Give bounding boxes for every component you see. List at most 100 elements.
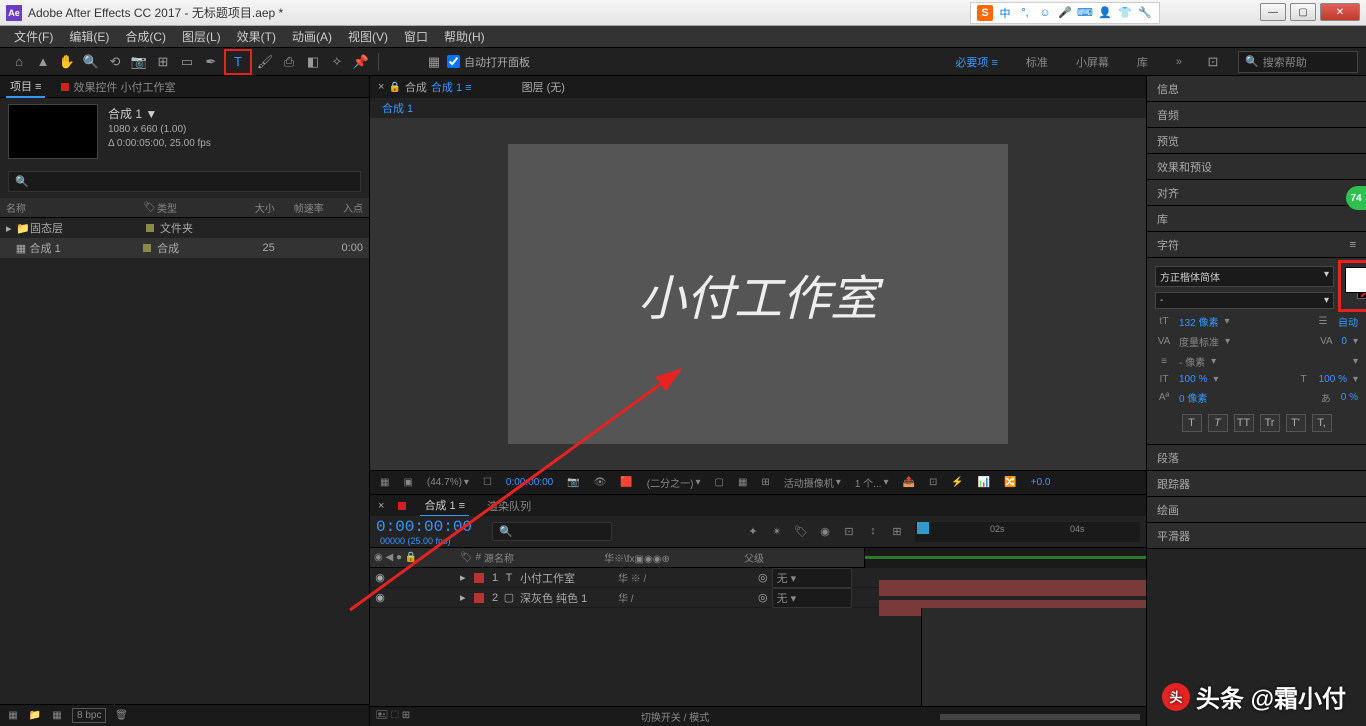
smallcaps-button[interactable]: Tr — [1260, 414, 1280, 432]
menu-animation[interactable]: 动画(A) — [284, 26, 340, 47]
clone-tool-icon[interactable]: ⎙ — [278, 51, 300, 73]
pan-behind-tool-icon[interactable]: ⊞ — [152, 51, 174, 73]
ime-keyboard-icon[interactable]: ⌨ — [1077, 5, 1093, 21]
puppet-tool-icon[interactable]: 📌 — [350, 51, 372, 73]
hand-tool-icon[interactable]: ✋ — [56, 51, 78, 73]
views-dropdown[interactable]: 1 个... ▾ — [851, 475, 893, 490]
show-snap-icon[interactable]: 👁 — [590, 477, 611, 488]
channel-icon[interactable]: 🟥 — [616, 477, 636, 488]
superscript-button[interactable]: T' — [1286, 414, 1306, 432]
ime-user-icon[interactable]: 👤 — [1097, 5, 1113, 21]
effect-controls-tab[interactable]: 效果控件 小付工作室 — [57, 77, 179, 97]
timeline-tab-comp1[interactable]: 合成 1 ≡ — [420, 495, 469, 517]
subscript-button[interactable]: T, — [1312, 414, 1332, 432]
panel-info[interactable]: 信息 — [1147, 76, 1366, 102]
alpha-icon[interactable]: ▦ — [376, 477, 393, 488]
resolution-dropdown[interactable]: (二分之一) ▾ — [643, 475, 705, 490]
menu-composition[interactable]: 合成(C) — [117, 26, 174, 47]
menu-view[interactable]: 视图(V) — [340, 26, 396, 47]
menu-file[interactable]: 文件(F) — [6, 26, 61, 47]
panel-preview[interactable]: 预览 — [1147, 128, 1366, 154]
tl-icon[interactable]: ✴ — [769, 525, 785, 538]
ime-smile-icon[interactable]: ☺ — [1037, 5, 1053, 21]
hscale-input[interactable]: 100 % — [1319, 374, 1347, 385]
share-icon[interactable]: 📤 — [899, 477, 919, 488]
prev-icon[interactable]: × — [378, 81, 384, 93]
tl-foot-icon[interactable]: 🖭 ⬚ ⊞ — [376, 708, 410, 725]
comp-breadcrumb[interactable]: 合成 1 — [370, 98, 1146, 118]
tl-icon[interactable]: 🏷 — [793, 525, 809, 538]
tracking-input[interactable]: 0 — [1341, 336, 1347, 347]
ime-skin-icon[interactable]: 👕 — [1117, 5, 1133, 21]
panel-tracker[interactable]: 跟踪器 — [1147, 471, 1366, 497]
playhead-icon[interactable] — [917, 522, 929, 534]
ime-lang-icon[interactable]: 中 — [997, 5, 1013, 21]
new-folder-icon[interactable]: 📁 — [28, 709, 42, 723]
label-color-icon[interactable] — [474, 593, 484, 603]
rect-tool-icon[interactable]: ▭ — [176, 51, 198, 73]
sync-icon[interactable]: ⊡ — [1202, 51, 1224, 73]
menu-help[interactable]: 帮助(H) — [436, 26, 493, 47]
eraser-tool-icon[interactable]: ◧ — [302, 51, 324, 73]
camera-tool-icon[interactable]: 📷 — [128, 51, 150, 73]
workspace-library[interactable]: 库 — [1129, 52, 1156, 72]
eye-icon[interactable]: ◉ — [374, 591, 386, 604]
time-ruler[interactable]: 02s 04s — [915, 522, 1140, 542]
3d-icon[interactable]: ⊞ — [757, 477, 773, 488]
grid-icon[interactable]: ▣ — [399, 477, 416, 488]
canvas[interactable]: 小付工作室 — [508, 144, 1008, 444]
bpc-button[interactable]: 8 bpc — [72, 708, 106, 723]
kerning-dropdown[interactable]: 度量标准 — [1179, 334, 1219, 349]
timeline-search-input[interactable]: 🔍 — [492, 522, 612, 541]
crop-icon[interactable]: ☐ — [479, 477, 496, 488]
workspace-more-icon[interactable]: » — [1168, 54, 1190, 70]
project-row-solids[interactable]: ▸📁 固态层 文件夹 — [0, 218, 369, 238]
workspace-small[interactable]: 小屏幕 — [1068, 52, 1117, 72]
label-color-icon[interactable] — [474, 573, 484, 583]
comp-dropdown[interactable]: 合成 1 ≡ — [431, 79, 472, 95]
timeline-tab-render[interactable]: 渲染队列 — [483, 496, 535, 516]
baseline-input[interactable]: 0 像素 — [1179, 390, 1207, 405]
zoom-slider[interactable] — [940, 714, 1140, 720]
trash-icon[interactable]: 🗑 — [114, 709, 128, 723]
workspace-standard[interactable]: 标准 — [1018, 52, 1056, 72]
text-layer-preview[interactable]: 小付工作室 — [638, 259, 878, 329]
panel-paragraph[interactable]: 段落 — [1147, 445, 1366, 471]
layer-bar[interactable] — [879, 580, 1146, 596]
ime-toolbar[interactable]: S 中 °, ☺ 🎤 ⌨ 👤 👕 🔧 — [970, 2, 1160, 24]
tl-icon[interactable]: ⊞ — [889, 525, 905, 538]
pixel-icon[interactable]: ⊡ — [925, 477, 941, 488]
font-family-dropdown[interactable]: 方正楷体简体▾ — [1155, 266, 1334, 287]
close-button[interactable]: ✕ — [1320, 3, 1360, 21]
font-style-dropdown[interactable]: -▾ — [1155, 292, 1334, 309]
project-tab[interactable]: 项目 ≡ — [6, 76, 45, 98]
home-tool-icon[interactable]: ⌂ — [8, 51, 30, 73]
exposure-value[interactable]: +0.0 — [1027, 477, 1055, 488]
parent-dropdown[interactable]: 无 ▾ — [772, 588, 852, 608]
snapshot-icon[interactable]: 📷 — [563, 477, 583, 488]
tl-icon[interactable]: ⊡ — [841, 525, 857, 538]
tl-icon[interactable]: ◉ — [817, 525, 833, 538]
auto-open-checkbox[interactable]: 自动打开面板 — [447, 54, 530, 70]
italic-button[interactable]: T — [1208, 414, 1228, 432]
project-row-comp1[interactable]: ▦ 合成 1 合成 25 0:00 — [0, 238, 369, 258]
allcaps-button[interactable]: TT — [1234, 414, 1254, 432]
tl-close-icon[interactable]: × — [378, 500, 384, 512]
flowchart-icon[interactable]: 🔀 — [1000, 477, 1020, 488]
search-help-input[interactable]: 🔍 搜索帮助 — [1238, 51, 1358, 73]
orbit-tool-icon[interactable]: ⟲ — [104, 51, 126, 73]
parent-dropdown[interactable]: 无 ▾ — [772, 568, 852, 588]
transparency-icon[interactable]: ▦ — [734, 477, 751, 488]
ime-sogou-icon[interactable]: S — [977, 5, 993, 21]
panel-effects[interactable]: 效果和预设 — [1147, 154, 1366, 180]
composition-viewer[interactable]: 小付工作室 — [370, 118, 1146, 470]
panel-align[interactable]: 对齐 — [1147, 180, 1366, 206]
roto-tool-icon[interactable]: ✧ — [326, 51, 348, 73]
ime-tool-icon[interactable]: 🔧 — [1137, 5, 1153, 21]
vscale-input[interactable]: 100 % — [1179, 374, 1207, 385]
panel-library[interactable]: 库 — [1147, 206, 1366, 232]
roi-icon[interactable]: ▢ — [711, 477, 728, 488]
lock-icon[interactable]: 🔒 — [388, 82, 400, 93]
ime-punct-icon[interactable]: °, — [1017, 5, 1033, 21]
interpret-icon[interactable]: ▦ — [6, 709, 20, 723]
